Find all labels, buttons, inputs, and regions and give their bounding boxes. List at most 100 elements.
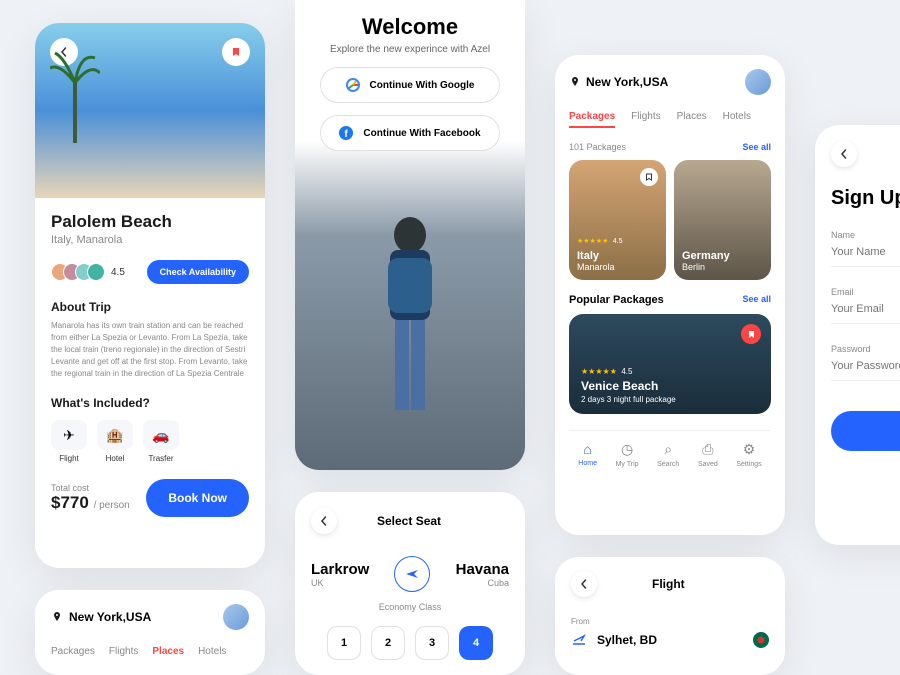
password-label: Password (831, 344, 900, 354)
facebook-login-button[interactable]: f Continue With Facebook (320, 115, 500, 151)
car-icon: 🚗 (152, 427, 169, 444)
bottom-nav: ⌂Home ◷My Trip ⌕Search ⎙Saved ⚙Settings (569, 430, 771, 478)
cost-block: Total cost $770 / person (51, 483, 130, 513)
country-flag-icon (753, 632, 769, 648)
tab-packages[interactable]: Packages (51, 646, 95, 657)
package-count: 101 Packages (569, 142, 626, 152)
building-icon: 🏨 (106, 427, 123, 444)
tab-hotels[interactable]: Hotels (723, 111, 751, 128)
see-all-link[interactable]: See all (742, 142, 771, 152)
tab-hotels[interactable]: Hotels (198, 646, 226, 657)
flight-screen: Flight From Sylhet, BD (555, 557, 785, 675)
back-button[interactable] (831, 141, 857, 167)
nav-mytrip[interactable]: ◷My Trip (616, 441, 639, 468)
facebook-icon: f (339, 126, 353, 140)
tab-places[interactable]: Places (677, 111, 707, 128)
tab-flights[interactable]: Flights (631, 111, 660, 128)
nav-saved[interactable]: ⎙Saved (698, 441, 718, 468)
included-heading: What's Included? (51, 396, 249, 410)
rating-value: 4.5 (111, 267, 125, 278)
create-account-button[interactable]: Create (831, 411, 900, 451)
compass-icon: ◷ (621, 441, 633, 458)
chevron-left-icon (319, 516, 329, 526)
nav-settings[interactable]: ⚙Settings (736, 441, 761, 468)
book-now-button[interactable]: Book Now (146, 479, 249, 517)
tab-packages[interactable]: Packages (569, 111, 615, 128)
google-login-button[interactable]: Continue With Google (320, 67, 500, 103)
check-availability-button[interactable]: Check Availability (147, 260, 249, 284)
plane-icon: ✈ (63, 427, 75, 444)
included-hotel: 🏨 Hotel (97, 420, 133, 463)
seat-4[interactable]: 4 (459, 626, 493, 660)
user-avatars: 4.5 (51, 263, 125, 281)
user-avatar[interactable] (223, 604, 249, 630)
package-card-italy[interactable]: ★★★★★ 4.5 Italy Manarola (569, 160, 666, 280)
email-label: Email (831, 287, 900, 297)
nav-search[interactable]: ⌕Search (657, 441, 679, 468)
email-input[interactable] (831, 303, 900, 324)
destination: Havana Cuba (456, 561, 509, 588)
tab-places[interactable]: Places (152, 646, 184, 657)
home-icon: ⌂ (583, 441, 591, 457)
route-icon (394, 556, 430, 592)
welcome-title: Welcome (295, 14, 525, 40)
chevron-left-icon (839, 149, 849, 159)
avatar (87, 263, 105, 281)
package-card-germany[interactable]: Germany Berlin (674, 160, 771, 280)
seat-2[interactable]: 2 (371, 626, 405, 660)
trip-content: Palolem Beach Italy, Manarola 4.5 Check … (35, 198, 265, 531)
bookmark-button[interactable] (222, 38, 250, 66)
home-screen: New York,USA Packages Flights Places Hot… (555, 55, 785, 535)
see-all-link[interactable]: See all (742, 294, 771, 306)
current-location[interactable]: New York,USA (569, 75, 668, 89)
about-heading: About Trip (51, 300, 249, 314)
name-label: Name (831, 230, 900, 240)
already-have-account-link[interactable]: Already have (831, 467, 900, 477)
stars-icon: ★★★★★ (581, 367, 617, 376)
seat-3[interactable]: 3 (415, 626, 449, 660)
from-label: From (571, 617, 769, 626)
from-city[interactable]: Sylhet, BD (571, 632, 657, 648)
hiker-illustration (340, 190, 480, 470)
included-transfer: 🚗 Trasfer (143, 420, 179, 463)
popular-card-venice[interactable]: ★★★★★ 4.5 Venice Beach 2 days 3 night fu… (569, 314, 771, 414)
bookmark-button[interactable] (741, 324, 761, 344)
password-input[interactable] (831, 360, 900, 381)
back-button[interactable] (571, 571, 597, 597)
bookmark-icon (231, 47, 241, 57)
pin-icon (569, 76, 581, 88)
location-header-screen: New York,USA Packages Flights Places Hot… (35, 590, 265, 675)
bookmark-button[interactable] (640, 168, 658, 186)
seat-1[interactable]: 1 (327, 626, 361, 660)
popular-heading: Popular Packages (569, 294, 664, 306)
trip-detail-screen: Palolem Beach Italy, Manarola 4.5 Check … (35, 23, 265, 568)
bookmark-icon (645, 173, 653, 181)
current-location[interactable]: New York,USA (51, 610, 151, 624)
seat-class: Economy Class (311, 602, 509, 612)
screen-title: Flight (652, 577, 685, 591)
select-seat-screen: Select Seat Larkrow UK Havana Cuba Econo… (295, 492, 525, 675)
bookmark-icon (747, 330, 756, 339)
gear-icon: ⚙ (743, 441, 756, 458)
trip-location: Italy, Manarola (51, 234, 249, 246)
signup-title: Sign Up (831, 187, 900, 210)
search-icon: ⌕ (664, 441, 672, 458)
cost-value: $770 (51, 493, 89, 512)
pin-icon (51, 611, 63, 623)
screen-title: Select Seat (377, 514, 441, 528)
user-avatar[interactable] (745, 69, 771, 95)
trip-title: Palolem Beach (51, 212, 249, 232)
palm-tree-icon (50, 43, 100, 143)
welcome-subtitle: Explore the new experince with Azel (295, 44, 525, 55)
nav-home[interactable]: ⌂Home (578, 441, 597, 468)
hero-image (35, 23, 265, 198)
tab-flights[interactable]: Flights (109, 646, 138, 657)
stars-icon: ★★★★★ (577, 238, 608, 245)
name-input[interactable] (831, 246, 900, 267)
origin: Larkrow UK (311, 561, 369, 588)
back-button[interactable] (311, 508, 337, 534)
welcome-screen: Welcome Explore the new experince with A… (295, 0, 525, 470)
about-text: Manarola has its own train station and c… (51, 320, 249, 380)
google-icon (346, 78, 360, 92)
included-flight: ✈ Flight (51, 420, 87, 463)
